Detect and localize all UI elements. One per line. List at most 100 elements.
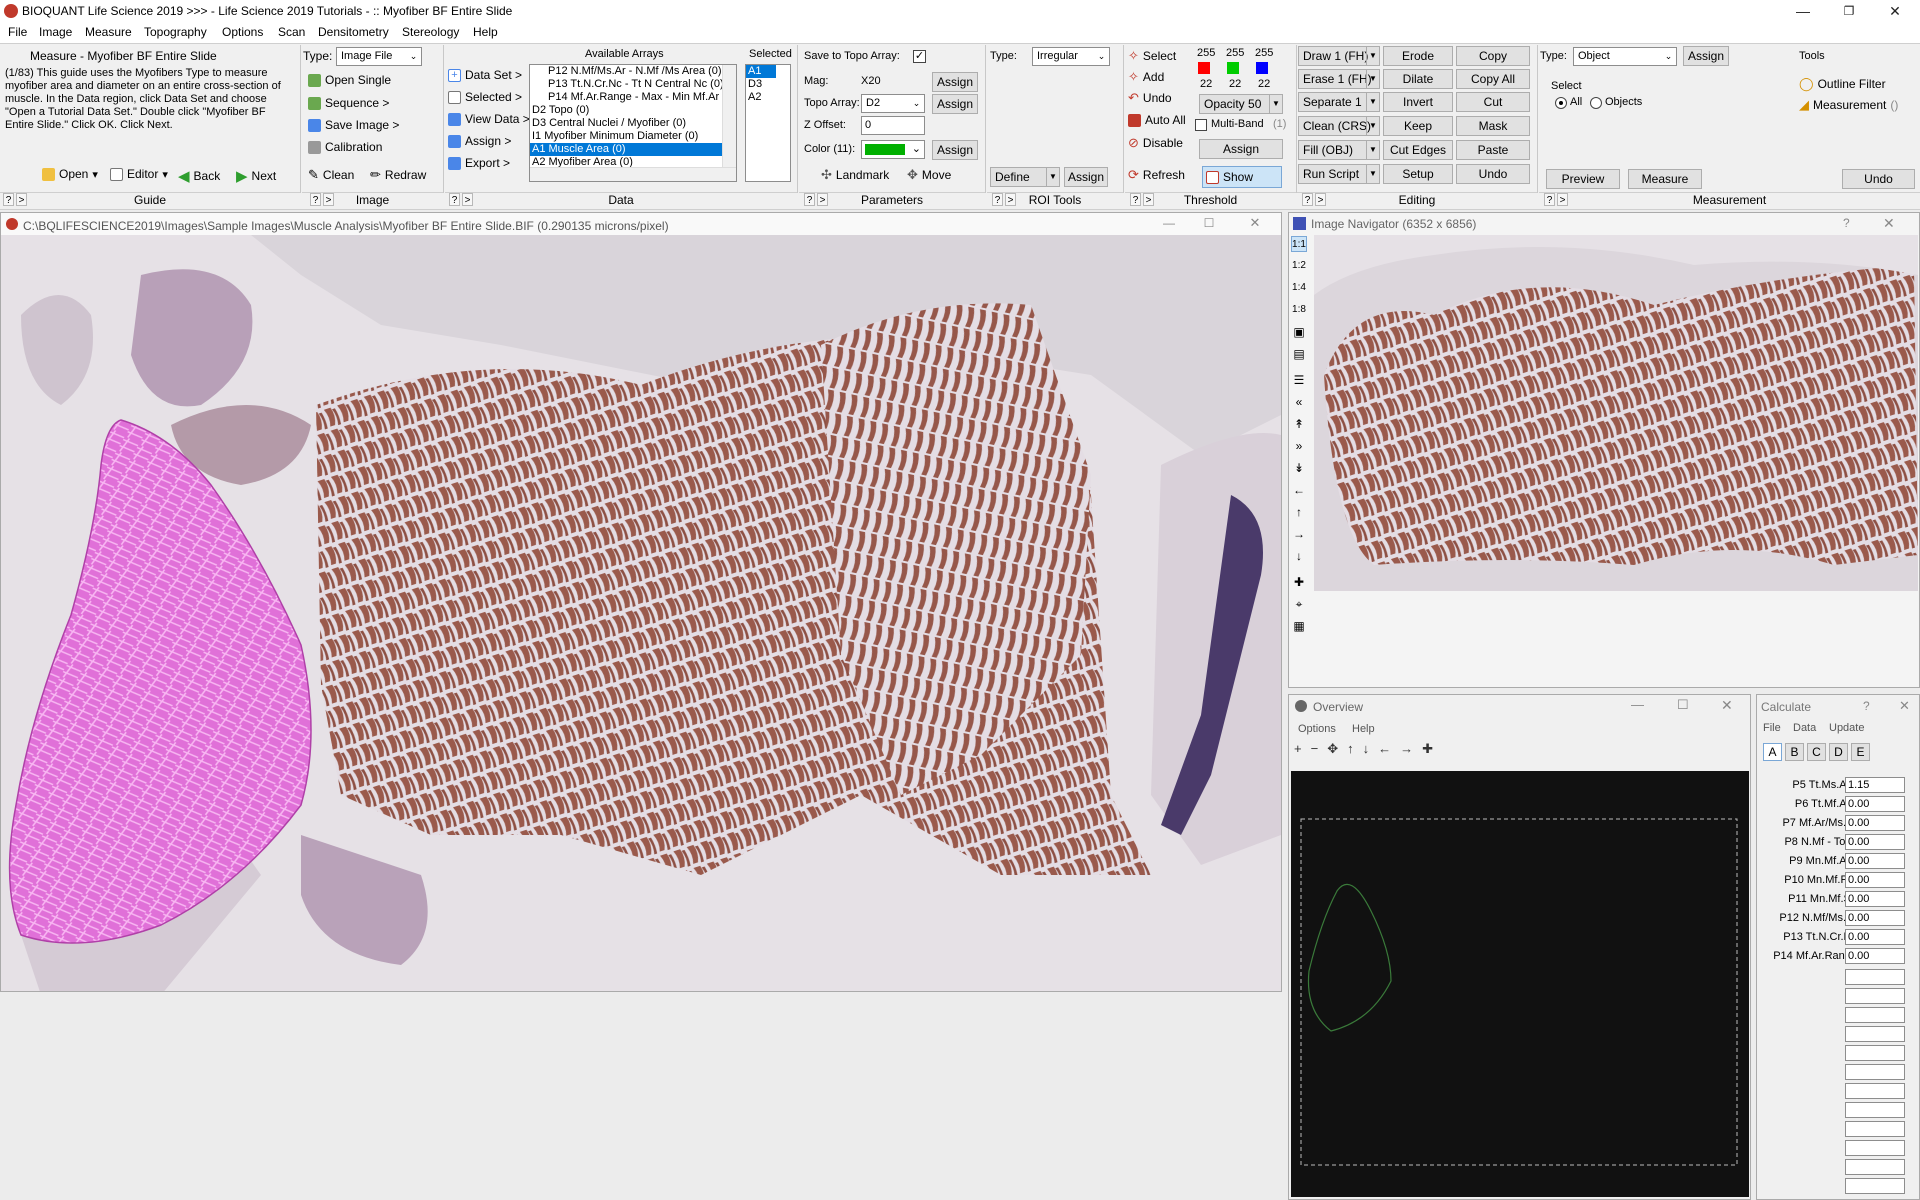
calc-value-empty[interactable] [1845,1045,1905,1061]
image-type-dropdown[interactable]: Image File ⌄ [336,47,422,66]
roi-type-dropdown[interactable]: Irregular ⌄ [1032,47,1110,66]
list-item-selected[interactable]: A1 Muscle Area (0) [530,143,736,156]
parameters-expand-button[interactable]: > [817,193,828,206]
menu-scan[interactable]: Scan [278,25,305,39]
close-button[interactable]: ✕ [1872,0,1918,23]
frame-icon[interactable]: ▤ [1291,346,1307,362]
selected-arrays-list[interactable]: A1 D3 A2 [745,64,791,182]
threshold-help-button[interactable]: ? [1130,193,1141,206]
cut-edges-button[interactable]: Cut Edges [1383,140,1453,160]
tab-d[interactable]: D [1829,743,1848,761]
overview-menu-help[interactable]: Help [1352,723,1375,735]
tab-a[interactable]: A [1763,743,1782,761]
list-item[interactable]: D2 Topo (0) [530,104,736,117]
list-item[interactable]: P13 Tt.N.Cr.Nc - Tt N Central Nc (0) [530,78,736,91]
menu-options[interactable]: Options [222,25,263,39]
sequence-button[interactable]: Sequence > [308,96,389,110]
color-assign-button[interactable]: Assign [932,140,978,160]
radio-objects[interactable] [1590,97,1602,109]
minimize-button[interactable]: — [1151,212,1187,234]
auto-all-button[interactable]: Auto All [1128,113,1186,127]
topo-assign-button[interactable]: Assign [932,94,978,114]
data-expand-button[interactable]: > [462,193,473,206]
guide-help-button[interactable]: ? [3,193,14,206]
calc-value-empty[interactable] [1845,1159,1905,1175]
measurement-type-dropdown[interactable]: Object ⌄ [1573,47,1677,66]
image-help-button[interactable]: ? [310,193,321,206]
mask-button[interactable]: Mask [1456,116,1530,136]
redraw-button[interactable]: ✏ Redraw [370,167,426,183]
measurement-expand-button[interactable]: > [1557,193,1568,206]
vertical-scrollbar[interactable] [722,65,736,167]
calc-value-empty[interactable] [1845,988,1905,1004]
calc-value[interactable]: 0.00 [1845,815,1905,831]
open-single-button[interactable]: Open Single [308,73,391,87]
close-button[interactable]: ✕ [1899,698,1910,714]
list-item[interactable]: P14 Mf.Ar.Range - Max - Min Mf.Ar ( [530,91,736,104]
grid-icon[interactable]: ▦ [1291,618,1307,634]
menu-file[interactable]: File [8,25,27,39]
invert-button[interactable]: Invert [1383,92,1453,112]
calc-value[interactable]: 0.00 [1845,853,1905,869]
pan-far-up-icon[interactable]: ↟ [1291,416,1307,432]
zoom-out-icon[interactable]: − [1311,741,1319,761]
separate-button[interactable]: Separate 1 ▼ [1298,92,1380,112]
pan-far-down-icon[interactable]: ↡ [1291,460,1307,476]
calculate-menu-data[interactable]: Data [1793,722,1816,734]
menu-help[interactable]: Help [473,25,498,39]
opacity-dropdown[interactable]: Opacity 50 ▼ [1199,94,1283,114]
center-icon[interactable]: ✥ [1327,741,1338,761]
overview-canvas[interactable] [1291,771,1749,1197]
image-expand-button[interactable]: > [323,193,334,206]
erase-button[interactable]: Erase 1 (FH) ▼ [1298,69,1380,89]
keep-button[interactable]: Keep [1383,116,1453,136]
guide-open-button[interactable]: Open ▾ [42,167,98,181]
cut-button[interactable]: Cut [1456,92,1530,112]
menu-densitometry[interactable]: Densitometry [318,25,389,39]
menu-topography[interactable]: Topography [144,25,207,39]
define-button[interactable]: Define ▼ [990,167,1060,187]
fill-button[interactable]: Fill (OBJ) ▼ [1298,140,1380,160]
clean-button[interactable]: ✎ Clean [308,167,354,183]
navigator-canvas[interactable] [1314,235,1918,687]
tab-e[interactable]: E [1851,743,1870,761]
calc-value[interactable]: 0.00 [1845,872,1905,888]
selected-button[interactable]: Selected > [448,90,522,104]
tab-c[interactable]: C [1807,743,1826,761]
threshold-add-button[interactable]: ✧ Add [1128,69,1164,85]
threshold-expand-button[interactable]: > [1143,193,1154,206]
clean-crs-button[interactable]: Clean (CRS) ▼ [1298,116,1380,136]
export-button[interactable]: Export > [448,156,510,170]
preview-button[interactable]: Preview [1546,169,1620,189]
pan-far-right-icon[interactable]: » [1291,438,1307,454]
close-button[interactable]: ✕ [1721,697,1733,714]
guide-expand-button[interactable]: > [16,193,27,206]
list-item-selected[interactable]: A1 [746,65,776,78]
threshold-undo-button[interactable]: ↶ Undo [1128,90,1172,106]
calc-value[interactable]: 0.00 [1845,910,1905,926]
move-button[interactable]: ✥ Move [907,167,951,183]
help-icon[interactable]: ? [1863,699,1870,713]
calculate-menu-file[interactable]: File [1763,722,1781,734]
mag-assign-button[interactable]: Assign [932,72,978,92]
list-item[interactable]: P12 N.Mf/Ms.Ar - N.Mf /Ms Area (0) [530,65,736,78]
copy-all-button[interactable]: Copy All [1456,69,1530,89]
view-data-button[interactable]: View Data > [448,112,530,126]
calc-value-empty[interactable] [1845,1178,1905,1194]
calc-value[interactable]: 0.00 [1845,948,1905,964]
draw-button[interactable]: Draw 1 (FH) ▼ [1298,46,1380,66]
calc-value-empty[interactable] [1845,1102,1905,1118]
crop-icon[interactable]: ⌖ [1291,596,1307,612]
calc-value[interactable]: 1.15 [1845,777,1905,793]
edit-undo-button[interactable]: Undo [1456,164,1530,184]
calc-value[interactable]: 0.00 [1845,796,1905,812]
zoom-1-1-button[interactable]: 1:1 [1291,236,1307,252]
editing-expand-button[interactable]: > [1315,193,1326,206]
help-icon[interactable]: ? [1843,216,1850,230]
pan-left-icon[interactable]: ← [1291,482,1307,498]
topo-array-dropdown[interactable]: D2 ⌄ [861,94,925,113]
tab-b[interactable]: B [1785,743,1804,761]
list-item[interactable]: D3 [746,78,790,91]
landmark-button[interactable]: ✣ Landmark [821,167,889,183]
zoom-1-8-button[interactable]: 1:8 [1291,302,1307,318]
